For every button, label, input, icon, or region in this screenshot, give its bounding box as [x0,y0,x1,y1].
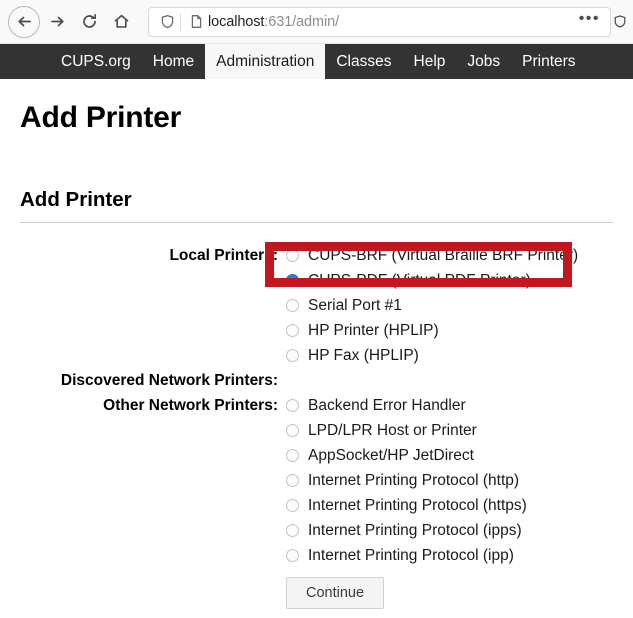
radio-unselected-icon[interactable] [286,249,299,262]
forward-button[interactable] [42,7,72,37]
arrow-left-icon [16,13,33,30]
nav-item-classes[interactable]: Classes [325,44,402,79]
radio-unselected-icon[interactable] [286,549,299,562]
cups-navigation-bar: CUPS.org Home Administration Classes Hel… [0,44,633,79]
nav-item-home[interactable]: Home [142,44,205,79]
local-printers-label: Local Printers: [169,247,278,264]
other-printer-option[interactable]: Internet Printing Protocol (ipps) [286,518,613,543]
local-printer-option[interactable]: HP Fax (HPLIP) [286,343,613,368]
discovered-printers-label: Discovered Network Printers: [60,372,278,389]
local-printer-option[interactable]: CUPS-PDF (Virtual PDF Printer) [286,268,613,293]
radio-unselected-icon[interactable] [286,399,299,412]
shield-icon[interactable] [157,14,177,29]
other-printer-option-label: LPD/LPR Host or Printer [308,421,477,439]
continue-row: Continue [20,577,613,609]
other-printer-option[interactable]: Internet Printing Protocol (ipp) [286,543,613,568]
radio-selected-icon[interactable] [286,274,299,287]
radio-unselected-icon[interactable] [286,524,299,537]
radio-unselected-icon[interactable] [286,449,299,462]
continue-button[interactable]: Continue [286,577,385,609]
page-content: Add Printer Add Printer Local Printers: … [0,101,633,609]
section-title: Add Printer [20,188,613,223]
reload-icon [81,13,98,30]
other-printer-option-label: Backend Error Handler [308,396,466,414]
address-bar-separator [180,12,181,31]
continue-spacer [20,577,278,609]
other-printer-option-label: Internet Printing Protocol (http) [308,471,520,489]
other-printer-option-label: Internet Printing Protocol (ipps) [308,521,522,539]
browser-nav-buttons [8,5,136,38]
radio-unselected-icon[interactable] [286,474,299,487]
url-host: localhost [208,13,265,30]
address-bar[interactable]: localhost:631/admin/ ••• [148,6,611,37]
reload-button[interactable] [74,7,104,37]
radio-unselected-icon[interactable] [286,324,299,337]
local-printer-option[interactable]: HP Printer (HPLIP) [286,318,613,343]
nav-item-printers[interactable]: Printers [511,44,586,79]
other-printers-options: Backend Error Handler LPD/LPR Host or Pri… [278,393,613,568]
local-printers-row: Local Printers: CUPS-BRF (Virtual Braill… [20,243,613,368]
back-button[interactable] [8,5,40,38]
page-title: Add Printer [20,101,182,134]
other-printer-option[interactable]: LPD/LPR Host or Printer [286,418,613,443]
local-printer-option-label: HP Fax (HPLIP) [308,346,419,364]
other-printer-option-label: Internet Printing Protocol (https) [308,496,527,514]
other-printer-option-label: AppSocket/HP JetDirect [308,446,474,464]
nav-item-jobs[interactable]: Jobs [456,44,511,79]
local-printer-option[interactable]: CUPS-BRF (Virtual Braille BRF Printer) [286,243,613,268]
home-icon [113,13,130,30]
arrow-right-icon [49,13,66,30]
nav-item-help[interactable]: Help [403,44,457,79]
other-printer-option[interactable]: Internet Printing Protocol (https) [286,493,613,518]
other-printer-option-label: Internet Printing Protocol (ipp) [308,546,514,564]
local-printer-option[interactable]: Serial Port #1 [286,293,613,318]
nav-item-cups-org[interactable]: CUPS.org [50,44,142,79]
discovered-printers-row: Discovered Network Printers: [20,368,613,393]
other-printer-option[interactable]: Backend Error Handler [286,393,613,418]
other-printer-option[interactable]: AppSocket/HP JetDirect [286,443,613,468]
radio-unselected-icon[interactable] [286,499,299,512]
radio-unselected-icon[interactable] [286,424,299,437]
other-printers-label: Other Network Printers: [103,397,278,414]
local-printers-options: CUPS-BRF (Virtual Braille BRF Printer) CU… [278,243,613,368]
home-button[interactable] [106,7,136,37]
nav-item-administration[interactable]: Administration [205,44,326,79]
url-text[interactable]: localhost:631/admin/ [206,14,573,30]
other-printers-row: Other Network Printers: Backend Error Ha… [20,393,613,568]
local-printer-option-label: Serial Port #1 [308,296,402,314]
local-printer-option-label: HP Printer (HPLIP) [308,321,439,339]
add-printer-form: Local Printers: CUPS-BRF (Virtual Braill… [20,243,613,609]
page-document-icon [186,14,206,29]
radio-unselected-icon[interactable] [286,299,299,312]
tracking-protection-icon[interactable] [613,14,627,29]
radio-unselected-icon[interactable] [286,349,299,362]
local-printer-option-label: CUPS-PDF (Virtual PDF Printer) [308,271,531,289]
page-actions-menu-icon[interactable]: ••• [573,11,606,29]
other-printer-option[interactable]: Internet Printing Protocol (http) [286,468,613,493]
local-printer-option-label: CUPS-BRF (Virtual Braille BRF Printer) [308,246,579,264]
url-path: :631/admin/ [264,13,340,30]
browser-toolbar: localhost:631/admin/ ••• [0,0,633,44]
